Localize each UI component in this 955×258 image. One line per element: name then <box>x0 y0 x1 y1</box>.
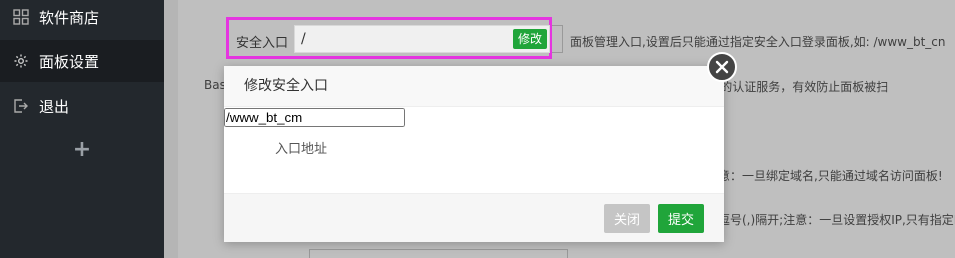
sidebar-item-panel-settings[interactable]: 面板设置 <box>0 40 164 82</box>
security-entry-value: / <box>301 31 306 47</box>
security-entry-label: 安全入口 <box>236 36 289 51</box>
sidebar: 软件商店 面板设置 退出 + <box>0 0 164 258</box>
entry-address-input[interactable] <box>224 108 405 127</box>
sidebar-item-label: 软件商店 <box>39 8 100 27</box>
submit-button[interactable]: 提交 <box>658 204 704 233</box>
close-icon[interactable] <box>707 52 737 82</box>
sidebar-item-software-store[interactable]: 软件商店 <box>0 0 164 38</box>
gear-icon <box>12 52 30 70</box>
grid-icon <box>12 8 30 26</box>
security-entry-field[interactable]: / 修改 <box>294 25 550 53</box>
dialog-footer: 关闭 提交 <box>224 193 724 242</box>
sidebar-item-logout[interactable]: 退出 <box>0 85 164 127</box>
entry-address-label: 入口地址 <box>275 142 328 157</box>
add-button[interactable]: + <box>0 132 164 166</box>
sidebar-item-label: 面板设置 <box>39 52 100 71</box>
dialog-title: 修改安全入口 <box>224 66 724 107</box>
sidebar-item-label: 退出 <box>39 97 70 116</box>
dialog-body: 入口地址 <box>224 107 724 193</box>
edit-entry-dialog: 修改安全入口 入口地址 关闭 提交 <box>224 66 724 242</box>
logout-icon <box>12 97 30 115</box>
close-button[interactable]: 关闭 <box>604 204 650 233</box>
edit-entry-button[interactable]: 修改 <box>512 29 547 49</box>
